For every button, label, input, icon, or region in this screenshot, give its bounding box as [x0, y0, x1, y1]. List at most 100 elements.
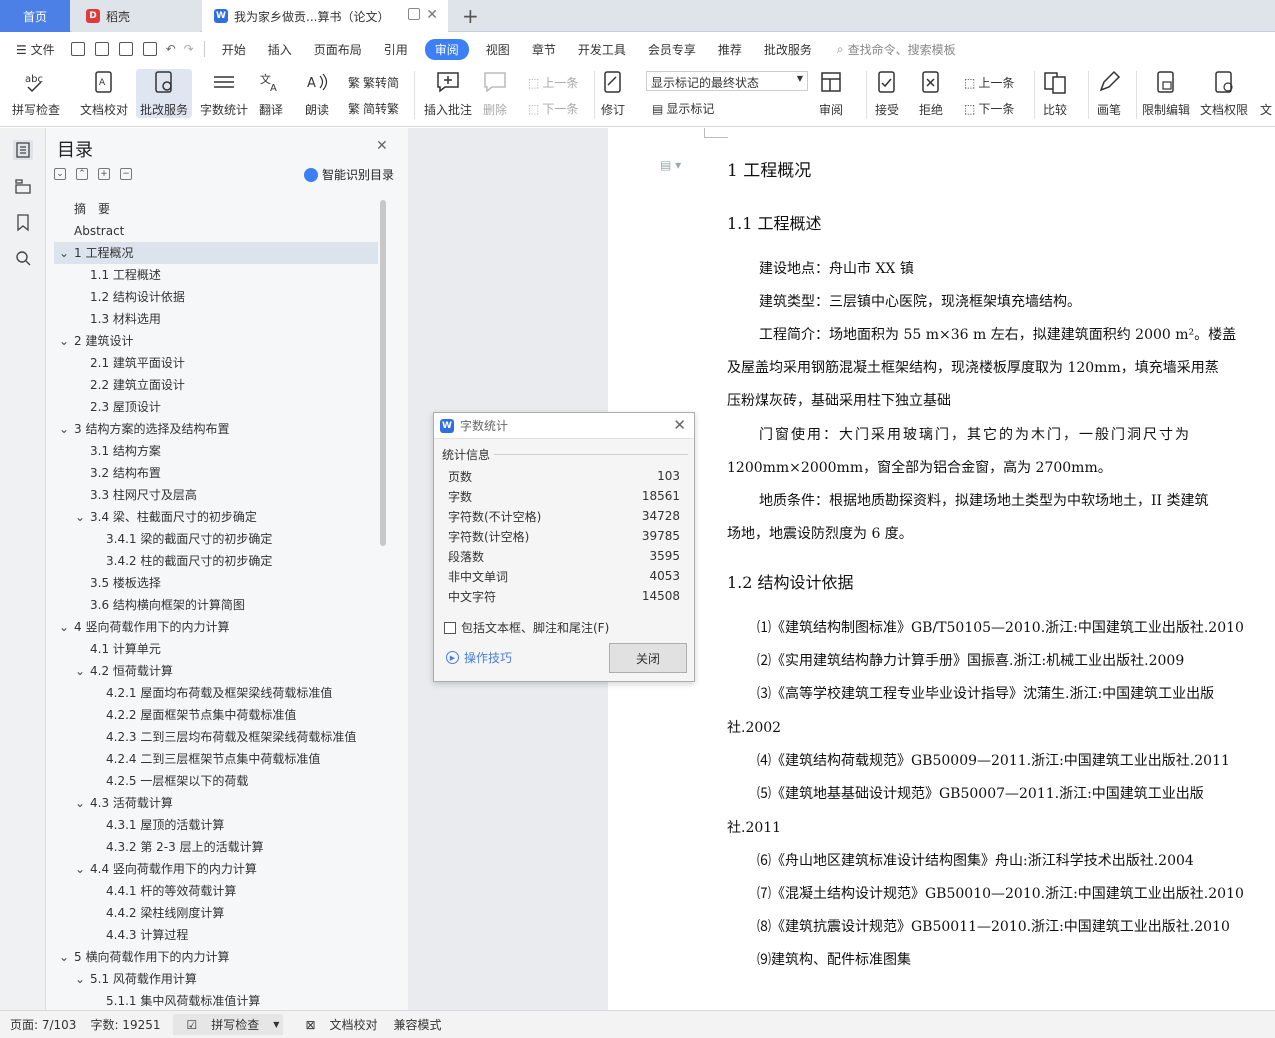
- smart-toc-button[interactable]: 智能识别目录: [304, 166, 394, 183]
- save-icon[interactable]: [70, 42, 85, 56]
- accept-button[interactable]: 接受: [874, 69, 900, 118]
- add-tab-icon[interactable]: +: [462, 4, 479, 28]
- dialog-close-icon[interactable]: ✕: [673, 416, 686, 434]
- translate-button[interactable]: 文 A 翻译: [258, 69, 284, 118]
- chevron-down-icon[interactable]: ⌄: [75, 792, 85, 814]
- toc-scrollbar[interactable]: [380, 200, 386, 546]
- menu-item-reference[interactable]: 引用: [373, 41, 419, 58]
- undo-icon[interactable]: ↶: [166, 42, 176, 56]
- toc-item[interactable]: 3.5 楼板选择: [54, 572, 378, 594]
- menu-item-insert[interactable]: 插入: [257, 41, 303, 58]
- toc-item[interactable]: 5.1.1 集中风荷载标准值计算: [54, 990, 378, 1006]
- toc-item[interactable]: ⌄ 2 建筑设计: [54, 330, 378, 352]
- delete-comment-button[interactable]: 删除: [482, 69, 508, 118]
- chevron-down-icon[interactable]: ⌄: [75, 660, 85, 682]
- toc-item[interactable]: ⌄ 1 工程概况: [54, 242, 378, 264]
- chevron-down-icon[interactable]: ⌄: [75, 506, 85, 528]
- print-preview-icon[interactable]: [142, 42, 157, 56]
- toc-panel-icon[interactable]: [13, 140, 33, 160]
- redo-icon[interactable]: ↷: [184, 42, 194, 56]
- next-change-button[interactable]: ⬚ 下一条: [964, 100, 1014, 117]
- remove-level-icon[interactable]: −: [120, 168, 132, 180]
- chevron-down-icon[interactable]: ⌄: [59, 330, 69, 352]
- word-count-indicator[interactable]: 字数: 19251: [90, 1016, 160, 1033]
- toc-item[interactable]: 3.6 结构横向框架的计算简图: [54, 594, 378, 616]
- spell-check-status[interactable]: ☑ 拼写检查 ▼: [172, 1014, 284, 1035]
- page-indicator[interactable]: 页面: 7/103: [10, 1016, 76, 1033]
- command-search[interactable]: ⌕ 查找命令、搜索模板: [837, 41, 956, 58]
- chevron-down-icon[interactable]: ⌄: [59, 418, 69, 440]
- toc-item[interactable]: ⌄ 4 竖向荷载作用下的内力计算: [54, 616, 378, 638]
- toc-item[interactable]: 摘 要: [54, 198, 378, 220]
- markup-mode-select[interactable]: 显示标记的最终状态 ▼: [646, 71, 808, 91]
- toc-item[interactable]: 1.2 结构设计依据: [54, 286, 378, 308]
- search-panel-icon[interactable]: [13, 248, 33, 268]
- expand-all-icon[interactable]: ⌄: [54, 168, 66, 180]
- close-button[interactable]: 关闭: [609, 643, 687, 673]
- toc-item[interactable]: 4.1 计算单元: [54, 638, 378, 660]
- chevron-down-icon[interactable]: ⌄: [59, 946, 69, 968]
- review-pane-button[interactable]: 审阅: [818, 69, 844, 118]
- prev-comment-button[interactable]: ⬚ 上一条: [528, 74, 578, 91]
- window-icon[interactable]: [408, 8, 420, 20]
- trad-to-simp-button[interactable]: 繁繁转简: [348, 74, 399, 91]
- chevron-down-icon[interactable]: ⌄: [75, 858, 85, 880]
- track-changes-button[interactable]: 修订: [600, 69, 626, 118]
- toc-item[interactable]: ⌄ 3.4 梁、柱截面尺寸的初步确定: [54, 506, 378, 528]
- menu-item-view[interactable]: 视图: [475, 41, 521, 58]
- doc-proof-button[interactable]: A 文档校对: [80, 69, 128, 118]
- pen-button[interactable]: 画笔: [1096, 69, 1122, 118]
- reject-button[interactable]: 拒绝: [918, 69, 944, 118]
- toc-item[interactable]: 1.3 材料选用: [54, 308, 378, 330]
- file-menu[interactable]: ☰ 文件: [0, 41, 66, 58]
- collapse-all-icon[interactable]: ⌃: [76, 168, 88, 180]
- compare-button[interactable]: 比较: [1042, 69, 1068, 118]
- tab-document[interactable]: W 我为家乡做贡...算书（论文） ✕: [202, 0, 448, 32]
- tips-link[interactable]: ▶ 操作技巧: [446, 649, 512, 666]
- toc-item[interactable]: ⌄ 5.1 风荷载作用计算: [54, 968, 378, 990]
- toc-item[interactable]: 4.2.2 屋面框架节点集中荷载标准值: [54, 704, 378, 726]
- close-tab-icon[interactable]: ✕: [426, 7, 438, 23]
- menu-item-member[interactable]: 会员专享: [637, 41, 707, 58]
- insert-comment-button[interactable]: 插入批注: [424, 69, 472, 118]
- correction-service-button[interactable]: 批改服务: [136, 69, 193, 118]
- print-icon[interactable]: [118, 42, 133, 56]
- toc-item[interactable]: 4.2.4 二到三层框架节点集中荷载标准值: [54, 748, 378, 770]
- doc-proof-status[interactable]: ⊠ 文档校对: [295, 1016, 377, 1033]
- toc-item[interactable]: ⌄ 5 横向荷载作用下的内力计算: [54, 946, 378, 968]
- checkbox-box[interactable]: [444, 621, 456, 634]
- menu-item-layout[interactable]: 页面布局: [303, 41, 373, 58]
- toc-item[interactable]: 4.3.1 屋顶的活载计算: [54, 814, 378, 836]
- export-icon[interactable]: [94, 42, 109, 56]
- toc-item[interactable]: 4.4.2 梁柱线刚度计算: [54, 902, 378, 924]
- next-comment-button[interactable]: ⬚ 下一条: [528, 100, 578, 117]
- toc-item[interactable]: 1.1 工程概述: [54, 264, 378, 286]
- toc-item[interactable]: ⌄ 3 结构方案的选择及结构布置: [54, 418, 378, 440]
- close-icon[interactable]: ✕: [376, 138, 388, 154]
- toc-item[interactable]: 4.2.5 一层框架以下的荷载: [54, 770, 378, 792]
- menu-item-review[interactable]: 审阅: [424, 38, 469, 60]
- chevron-down-icon[interactable]: ⌄: [59, 616, 69, 638]
- paragraph-marker-icon[interactable]: ▤ ▾: [660, 158, 681, 172]
- toc-item[interactable]: 4.2.3 二到三层均布荷载及框架梁线荷载标准值: [54, 726, 378, 748]
- menu-item-recommend[interactable]: 推荐: [707, 41, 753, 58]
- bookmark-icon[interactable]: [13, 212, 33, 232]
- menu-item-start[interactable]: 开始: [211, 41, 257, 58]
- toc-item[interactable]: 3.3 柱网尺寸及层高: [54, 484, 378, 506]
- toc-item[interactable]: Abstract: [54, 220, 378, 242]
- toc-item[interactable]: 3.4.1 梁的截面尺寸的初步确定: [54, 528, 378, 550]
- toc-item[interactable]: ⌄ 4.4 竖向荷载作用下的内力计算: [54, 858, 378, 880]
- spell-check-button[interactable]: abc 拼写检查: [12, 69, 60, 118]
- simp-to-trad-button[interactable]: 繁简转繁: [348, 100, 399, 117]
- toc-item[interactable]: ⌄ 4.2 恒荷载计算: [54, 660, 378, 682]
- menu-item-devtools[interactable]: 开发工具: [567, 41, 637, 58]
- add-level-icon[interactable]: +: [98, 168, 110, 180]
- toc-item[interactable]: 3.1 结构方案: [54, 440, 378, 462]
- structure-panel-icon[interactable]: [13, 176, 33, 196]
- toc-item[interactable]: 4.2.1 屋面均布荷载及框架梁线荷载标准值: [54, 682, 378, 704]
- menu-item-chapter[interactable]: 章节: [521, 41, 567, 58]
- read-aloud-button[interactable]: A 朗读: [304, 69, 330, 118]
- toc-item[interactable]: 4.3.2 第 2-3 层上的活载计算: [54, 836, 378, 858]
- toc-item[interactable]: 2.3 屋顶设计: [54, 396, 378, 418]
- chevron-down-icon[interactable]: ⌄: [59, 242, 69, 264]
